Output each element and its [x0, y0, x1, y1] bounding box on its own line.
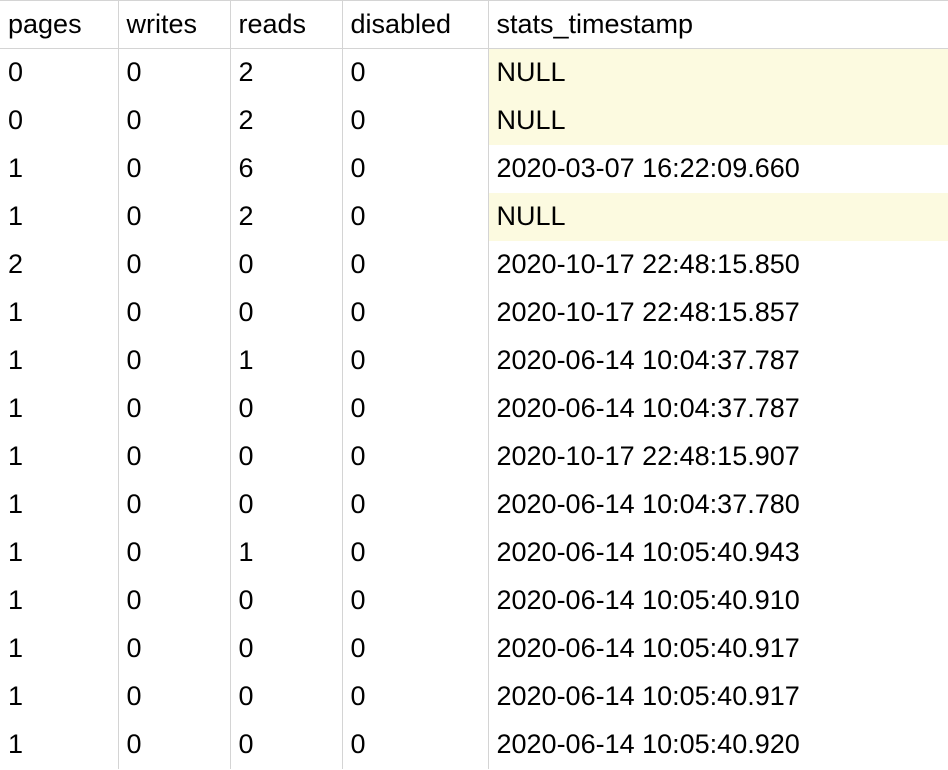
table-row[interactable]: 10002020-10-17 22:48:15.907: [0, 433, 948, 481]
cell-writes[interactable]: 0: [118, 385, 230, 433]
cell-writes[interactable]: 0: [118, 193, 230, 241]
cell-reads[interactable]: 0: [230, 721, 342, 769]
cell-reads[interactable]: 0: [230, 481, 342, 529]
cell-pages[interactable]: 1: [0, 289, 118, 337]
cell-reads[interactable]: 0: [230, 673, 342, 721]
cell-stats_timestamp[interactable]: 2020-10-17 22:48:15.850: [488, 241, 948, 289]
cell-writes[interactable]: 0: [118, 625, 230, 673]
cell-pages[interactable]: 0: [0, 97, 118, 145]
cell-pages[interactable]: 1: [0, 721, 118, 769]
cell-writes[interactable]: 0: [118, 673, 230, 721]
cell-disabled[interactable]: 0: [342, 721, 488, 769]
cell-reads[interactable]: 0: [230, 625, 342, 673]
cell-disabled[interactable]: 0: [342, 193, 488, 241]
cell-writes[interactable]: 0: [118, 481, 230, 529]
cell-disabled[interactable]: 0: [342, 433, 488, 481]
cell-disabled[interactable]: 0: [342, 481, 488, 529]
cell-disabled[interactable]: 0: [342, 289, 488, 337]
cell-disabled[interactable]: 0: [342, 337, 488, 385]
table-row[interactable]: 10002020-06-14 10:05:40.910: [0, 577, 948, 625]
col-header-reads[interactable]: reads: [230, 1, 342, 49]
cell-stats_timestamp[interactable]: 2020-06-14 10:05:40.943: [488, 529, 948, 577]
cell-writes[interactable]: 0: [118, 721, 230, 769]
cell-writes[interactable]: 0: [118, 145, 230, 193]
cell-reads[interactable]: 1: [230, 529, 342, 577]
cell-disabled[interactable]: 0: [342, 529, 488, 577]
cell-stats_timestamp[interactable]: 2020-03-07 16:22:09.660: [488, 145, 948, 193]
cell-writes[interactable]: 0: [118, 97, 230, 145]
cell-disabled[interactable]: 0: [342, 241, 488, 289]
table-row[interactable]: 10002020-06-14 10:04:37.787: [0, 385, 948, 433]
cell-reads[interactable]: 0: [230, 577, 342, 625]
table-row[interactable]: 0020NULL: [0, 97, 948, 145]
cell-reads[interactable]: 1: [230, 337, 342, 385]
table-body: 0020NULL0020NULL10602020-03-07 16:22:09.…: [0, 49, 948, 769]
cell-disabled[interactable]: 0: [342, 577, 488, 625]
table-row[interactable]: 0020NULL: [0, 49, 948, 97]
cell-pages[interactable]: 1: [0, 385, 118, 433]
cell-stats_timestamp[interactable]: NULL: [488, 193, 948, 241]
cell-writes[interactable]: 0: [118, 241, 230, 289]
cell-reads[interactable]: 0: [230, 241, 342, 289]
cell-pages[interactable]: 1: [0, 193, 118, 241]
cell-stats_timestamp[interactable]: NULL: [488, 49, 948, 97]
cell-pages[interactable]: 1: [0, 577, 118, 625]
cell-stats_timestamp[interactable]: NULL: [488, 97, 948, 145]
cell-disabled[interactable]: 0: [342, 385, 488, 433]
cell-stats_timestamp[interactable]: 2020-06-14 10:05:40.917: [488, 673, 948, 721]
cell-reads[interactable]: 6: [230, 145, 342, 193]
table-row[interactable]: 10002020-10-17 22:48:15.857: [0, 289, 948, 337]
table-row[interactable]: 10002020-06-14 10:04:37.780: [0, 481, 948, 529]
cell-pages[interactable]: 1: [0, 529, 118, 577]
table-row[interactable]: 20002020-10-17 22:48:15.850: [0, 241, 948, 289]
col-header-disabled[interactable]: disabled: [342, 1, 488, 49]
cell-writes[interactable]: 0: [118, 529, 230, 577]
cell-pages[interactable]: 1: [0, 481, 118, 529]
cell-reads[interactable]: 0: [230, 385, 342, 433]
cell-stats_timestamp[interactable]: 2020-06-14 10:04:37.780: [488, 481, 948, 529]
result-grid[interactable]: pages writes reads disabled stats_timest…: [0, 0, 948, 769]
col-header-stats-timestamp[interactable]: stats_timestamp: [488, 1, 948, 49]
col-header-writes[interactable]: writes: [118, 1, 230, 49]
cell-disabled[interactable]: 0: [342, 49, 488, 97]
cell-pages[interactable]: 1: [0, 433, 118, 481]
cell-reads[interactable]: 2: [230, 49, 342, 97]
cell-pages[interactable]: 1: [0, 673, 118, 721]
table-row[interactable]: 10002020-06-14 10:05:40.920: [0, 721, 948, 769]
table-row[interactable]: 10102020-06-14 10:05:40.943: [0, 529, 948, 577]
cell-pages[interactable]: 1: [0, 337, 118, 385]
cell-stats_timestamp[interactable]: 2020-10-17 22:48:15.907: [488, 433, 948, 481]
cell-stats_timestamp[interactable]: 2020-06-14 10:05:40.917: [488, 625, 948, 673]
cell-stats_timestamp[interactable]: 2020-06-14 10:04:37.787: [488, 385, 948, 433]
cell-disabled[interactable]: 0: [342, 97, 488, 145]
cell-stats_timestamp[interactable]: 2020-06-14 10:05:40.910: [488, 577, 948, 625]
table-row[interactable]: 1020NULL: [0, 193, 948, 241]
cell-writes[interactable]: 0: [118, 289, 230, 337]
cell-disabled[interactable]: 0: [342, 145, 488, 193]
cell-pages[interactable]: 0: [0, 49, 118, 97]
cell-reads[interactable]: 2: [230, 193, 342, 241]
table-row[interactable]: 10602020-03-07 16:22:09.660: [0, 145, 948, 193]
cell-reads[interactable]: 2: [230, 97, 342, 145]
cell-reads[interactable]: 0: [230, 289, 342, 337]
cell-writes[interactable]: 0: [118, 577, 230, 625]
table-row[interactable]: 10002020-06-14 10:05:40.917: [0, 625, 948, 673]
cell-disabled[interactable]: 0: [342, 673, 488, 721]
cell-writes[interactable]: 0: [118, 49, 230, 97]
cell-pages[interactable]: 2: [0, 241, 118, 289]
table-row[interactable]: 10002020-06-14 10:05:40.917: [0, 673, 948, 721]
col-header-pages[interactable]: pages: [0, 1, 118, 49]
cell-writes[interactable]: 0: [118, 337, 230, 385]
cell-writes[interactable]: 0: [118, 433, 230, 481]
table-row[interactable]: 10102020-06-14 10:04:37.787: [0, 337, 948, 385]
header-row: pages writes reads disabled stats_timest…: [0, 1, 948, 49]
cell-stats_timestamp[interactable]: 2020-10-17 22:48:15.857: [488, 289, 948, 337]
cell-pages[interactable]: 1: [0, 625, 118, 673]
cell-reads[interactable]: 0: [230, 433, 342, 481]
cell-stats_timestamp[interactable]: 2020-06-14 10:04:37.787: [488, 337, 948, 385]
cell-pages[interactable]: 1: [0, 145, 118, 193]
cell-disabled[interactable]: 0: [342, 625, 488, 673]
cell-stats_timestamp[interactable]: 2020-06-14 10:05:40.920: [488, 721, 948, 769]
